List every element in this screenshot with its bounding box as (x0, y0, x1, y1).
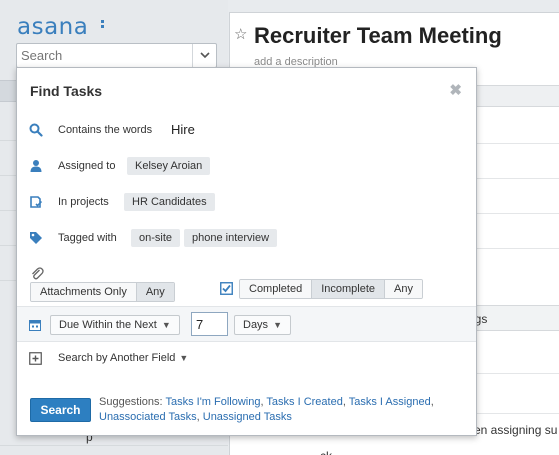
due-mode-dropdown[interactable]: Due Within the Next ▼ (50, 315, 180, 335)
chevron-down-icon: ▼ (273, 320, 282, 330)
tag-token[interactable]: phone interview (184, 229, 278, 247)
due-mode-value: Due Within the Next (59, 319, 157, 331)
suggestions: Suggestions: Tasks I'm Following, Tasks … (99, 396, 434, 423)
paperclip-icon (32, 267, 44, 280)
logo-dots-icon (101, 20, 104, 33)
in-projects-label: In projects (58, 196, 109, 208)
suggestion-link[interactable]: Unassociated Tasks (99, 411, 197, 423)
suggestion-link[interactable]: Tasks I'm Following (165, 396, 260, 408)
chevron-down-icon (199, 52, 210, 59)
completed-option[interactable]: Completed (240, 280, 313, 298)
suggestion-link[interactable]: Unassigned Tasks (203, 411, 292, 423)
tag-token[interactable]: on-site (131, 229, 181, 247)
assigned-to-label: Assigned to (58, 160, 116, 172)
close-icon[interactable]: ✖ (449, 81, 462, 99)
contains-words-input[interactable]: Hire (171, 122, 195, 137)
completion-any-option[interactable]: Any (385, 280, 422, 298)
assignee-token[interactable]: Kelsey Aroian (127, 157, 211, 175)
attachments-only-option[interactable]: Attachments Only (31, 283, 137, 301)
attachments-any-option[interactable]: Any (136, 283, 174, 301)
task-title[interactable]: Recruiter Team Meeting (254, 23, 502, 49)
add-field-icon (29, 352, 42, 365)
due-date-row: Due Within the Next ▼ Days ▼ (17, 306, 476, 342)
suggestion-link[interactable]: Tasks I Assigned (349, 396, 431, 408)
dialog-title: Find Tasks (30, 83, 103, 99)
incomplete-option[interactable]: Incomplete (312, 280, 386, 298)
calendar-icon (29, 320, 41, 331)
contains-words-label: Contains the words (58, 124, 153, 136)
task-row-text[interactable]: ck (320, 449, 332, 455)
in-projects-row: In projects HR Candidates (17, 192, 476, 214)
checkbox-icon[interactable] (220, 282, 233, 295)
completion-segmented-control: Completed Incomplete Any (239, 279, 423, 299)
due-unit-dropdown[interactable]: Days ▼ (234, 315, 291, 335)
find-tasks-dialog: Find Tasks ✖ Contains the words Hire Ass… (16, 67, 477, 436)
search-dropdown-button[interactable] (192, 44, 216, 67)
due-unit-value: Days (243, 319, 269, 331)
star-icon[interactable]: ☆ (234, 25, 247, 43)
chevron-down-icon: ▼ (161, 320, 171, 330)
contains-words-row: Contains the words Hire (17, 120, 476, 142)
search-another-field-label: Search by Another Field (58, 352, 176, 364)
tag-icon (30, 232, 42, 244)
search-button[interactable]: Search (30, 398, 91, 422)
search-icon (29, 123, 43, 137)
project-icon (30, 196, 43, 208)
search-input[interactable] (17, 44, 187, 67)
sidebar-divider (0, 445, 228, 446)
tagged-with-label: Tagged with (58, 232, 117, 244)
suggestion-link[interactable]: Tasks I Created (266, 396, 342, 408)
assigned-to-row: Assigned to Kelsey Aroian (17, 156, 476, 178)
person-icon (30, 160, 42, 172)
due-number-input[interactable] (191, 312, 228, 336)
attachments-segmented-control: Attachments Only Any (30, 282, 175, 302)
search-another-field-button[interactable]: Search by Another Field ▼ (58, 352, 188, 364)
project-token[interactable]: HR Candidates (124, 193, 215, 211)
suggestions-label: Suggestions: (99, 396, 163, 408)
chevron-down-icon: ▼ (179, 353, 189, 363)
search-box (16, 43, 217, 68)
task-row-text[interactable]: en assigning su (474, 423, 557, 437)
asana-logo[interactable]: asana (17, 14, 88, 40)
tagged-with-row: Tagged with on-site phone interview (17, 228, 476, 250)
